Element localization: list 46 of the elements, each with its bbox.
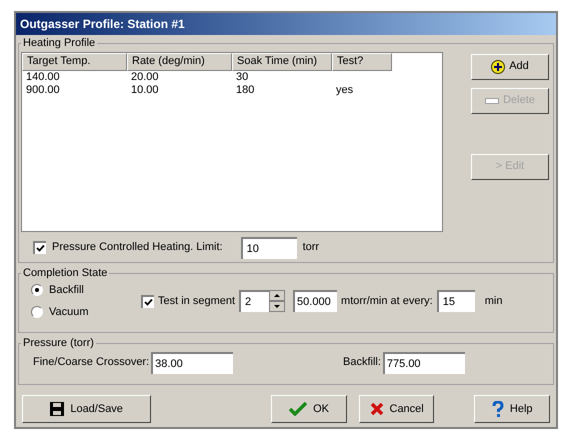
dialog-button[interactable]: Load/Save xyxy=(22,395,152,423)
limit-field[interactable]: 10 xyxy=(240,236,297,258)
window-title: Outgasser Profile: Station #1 xyxy=(20,16,185,33)
column-header[interactable]: Rate (deg/min) xyxy=(127,52,232,70)
table-cell: 20.00 xyxy=(131,70,159,82)
table-cell: 10.00 xyxy=(131,84,159,96)
profile-list[interactable]: Target Temp. Rate (deg/min) Soak Time (min) Test? 140.00 20.00 30 900.00 10.00 180 yes xyxy=(21,52,443,232)
side-button[interactable]: Add xyxy=(471,54,549,80)
pressure-field[interactable]: 38.00 xyxy=(151,352,234,374)
minus-icon xyxy=(485,96,500,104)
table-cell: 180 xyxy=(236,84,254,96)
column-header[interactable]: Soak Time (min) xyxy=(232,52,332,70)
checkbox[interactable] xyxy=(33,241,46,254)
group-title: Pressure (torr) xyxy=(22,336,95,351)
checkbox-label: Test in segment xyxy=(158,294,236,309)
rate-field[interactable]: 50.000 xyxy=(293,290,338,312)
rate-label: mtorr/min at every: xyxy=(341,294,433,309)
segment-field[interactable]: 2 xyxy=(239,290,270,312)
plus-icon xyxy=(491,60,506,74)
column-header[interactable]: Target Temp. xyxy=(22,52,127,70)
dialog-button[interactable]: Help xyxy=(474,395,550,423)
radio-label: Backfill xyxy=(49,282,84,298)
field-label: Fine/Coarse Crossover: xyxy=(33,355,150,370)
cross-icon xyxy=(370,402,384,416)
check-icon xyxy=(289,402,308,416)
table-cell: 140.00 xyxy=(26,70,60,82)
radio-button[interactable] xyxy=(31,306,43,318)
group-title: Completion State xyxy=(22,266,108,281)
table-cell: 900.00 xyxy=(26,84,60,96)
radio-label: Vacuum xyxy=(49,305,89,320)
dialog-button[interactable]: Cancel xyxy=(358,395,434,423)
radio-button[interactable] xyxy=(31,284,43,296)
table-cell: yes xyxy=(336,84,354,96)
spin-control[interactable] xyxy=(269,290,286,312)
pressure-field[interactable]: 775.00 xyxy=(382,352,465,374)
dialog-button[interactable]: OK xyxy=(271,395,347,423)
group-title: Heating Profile xyxy=(22,36,96,51)
field-label: Backfill: xyxy=(343,355,381,370)
question-mark-icon xyxy=(492,401,504,417)
interval-field[interactable]: 15 xyxy=(436,290,475,312)
column-header[interactable]: Test? xyxy=(332,52,392,70)
unit-label: torr xyxy=(302,240,320,256)
checkbox-label: Pressure Controlled Heating. Limit: xyxy=(52,240,223,256)
unit-label: min xyxy=(484,294,502,309)
checkbox[interactable] xyxy=(141,294,154,308)
table-cell: 30 xyxy=(236,70,248,82)
